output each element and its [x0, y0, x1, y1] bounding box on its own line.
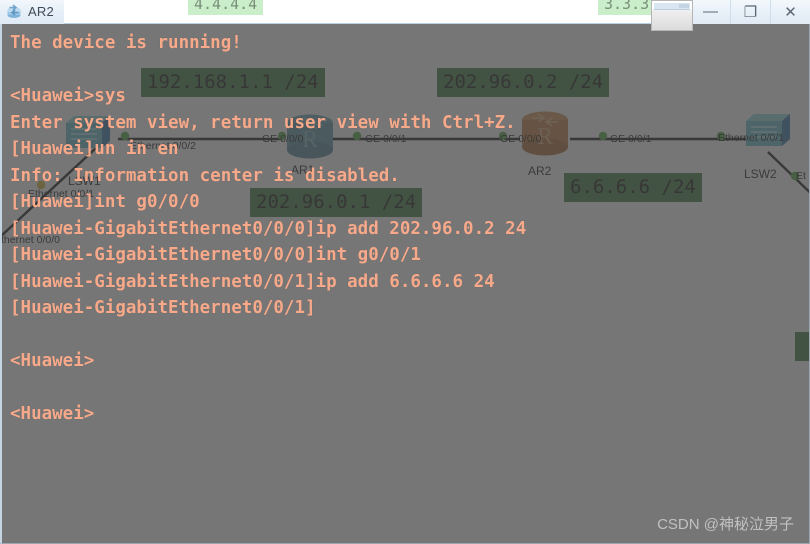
terminal-line: [Huawei-GigabitEthernet0/0/1] — [10, 298, 316, 318]
csdn-watermark: CSDN @神秘泣男子 — [657, 516, 794, 533]
router-device-icon — [6, 3, 23, 20]
screen-root: LSW1 Ethernet 0/0/2 Ethernet 0/0/1 Ether… — [0, 0, 810, 544]
close-button[interactable]: ✕ — [770, 0, 810, 24]
window-titlebar[interactable]: AR2 — ❐ ✕ — [0, 0, 810, 31]
terminal-line: Enter system view, return user view with… — [10, 112, 516, 133]
terminal-line: The device is running! — [10, 33, 242, 53]
window-controls: — ❐ ✕ — [690, 0, 810, 24]
terminal-line: [Huawei]un in en — [10, 139, 179, 159]
terminal-output: The device is running! <Huawei>sys Enter … — [10, 30, 809, 428]
terminal-line: [Huawei-GigabitEthernet0/0/0]int g0/0/1 — [10, 245, 421, 265]
terminal-line: [Huawei-GigabitEthernet0/0/0]ip add 202.… — [10, 218, 527, 239]
ar2-console-window: AR2 — ❐ ✕ The device is running! <Huawei… — [0, 0, 810, 544]
terminal-line: Info: Information center is disabled. — [10, 165, 400, 186]
terminal-line: <Huawei> — [10, 404, 95, 424]
restore-button[interactable]: ❐ — [730, 0, 770, 24]
titlebar-identity: AR2 — [0, 0, 64, 24]
terminal-line: <Huawei> — [10, 351, 95, 371]
window-title: AR2 — [28, 4, 54, 19]
terminal-line: <Huawei>sys — [10, 86, 126, 106]
terminal-line: [Huawei]int g0/0/0 — [10, 192, 200, 212]
taskbar-thumbnail-preview[interactable] — [651, 0, 693, 31]
minimize-button[interactable]: — — [690, 0, 730, 24]
console-terminal[interactable]: The device is running! <Huawei>sys Enter … — [0, 24, 810, 544]
terminal-line: [Huawei-GigabitEthernet0/0/1]ip add 6.6.… — [10, 271, 495, 292]
